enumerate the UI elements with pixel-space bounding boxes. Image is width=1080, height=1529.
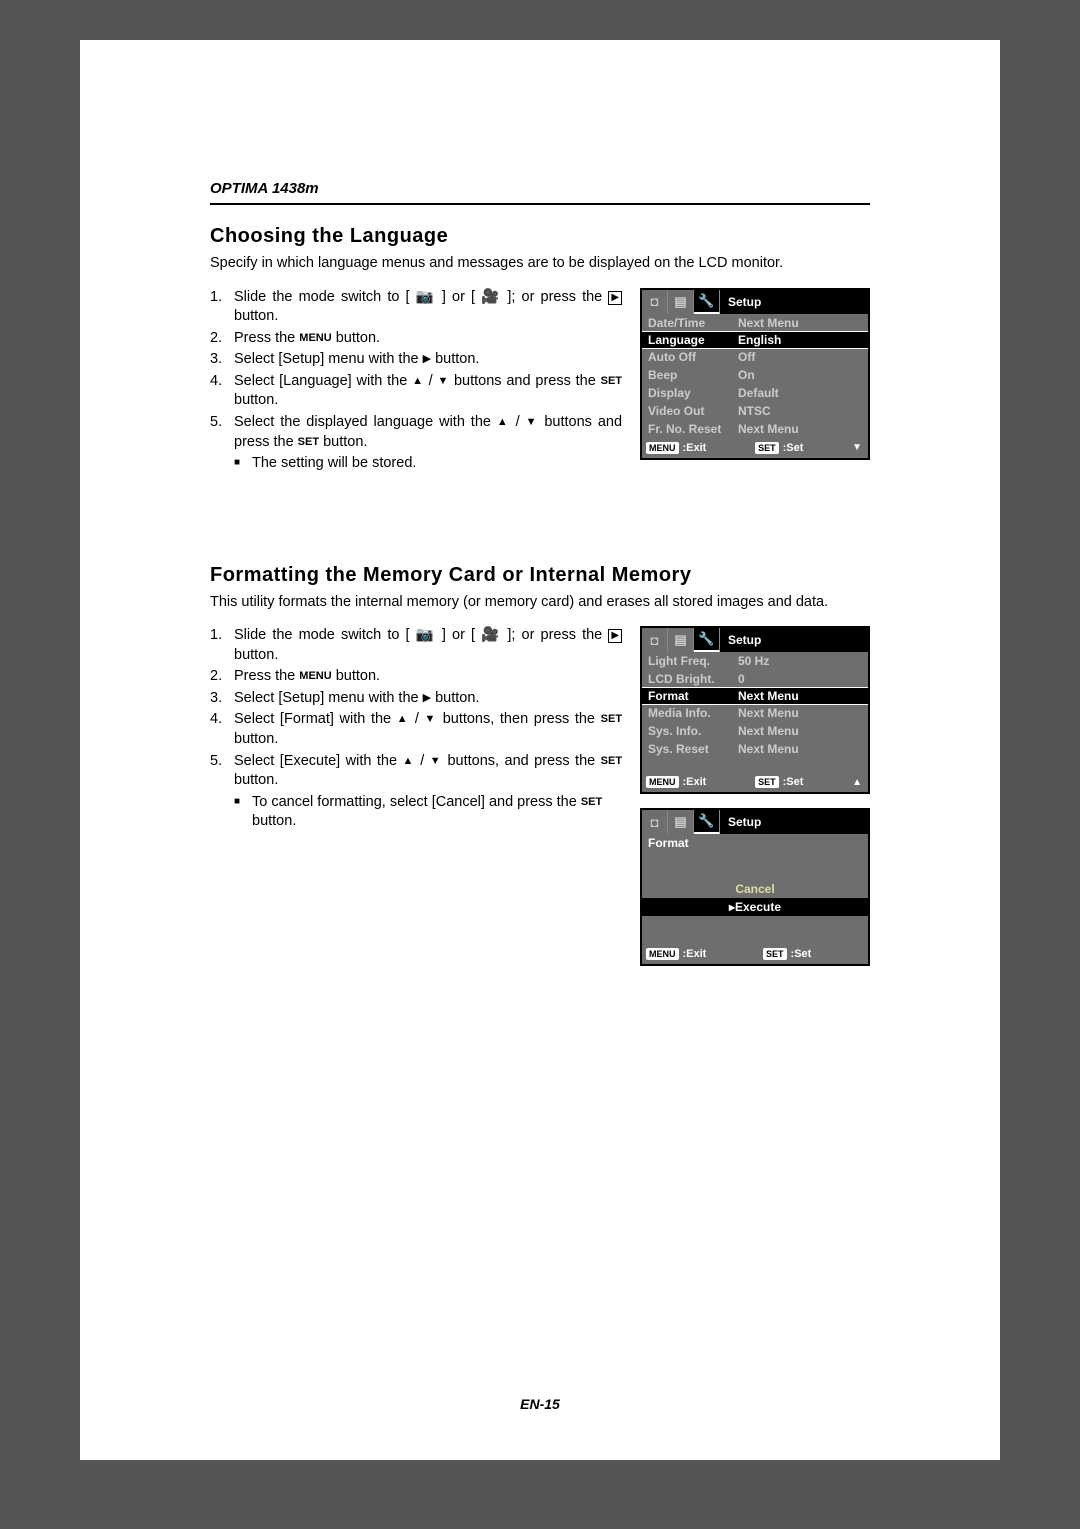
section-intro-language: Specify in which language menus and mess… [210,254,870,274]
tab-wrench-icon: 🔧 [694,290,720,314]
step-5-bullet: ■ To cancel formatting, select [Cancel] … [234,793,622,832]
camera-icon: 📷 [416,289,436,305]
lcd-screen-setup-2a: ◘ ▤ 🔧 Setup Light Freq.50 Hz LCD Bright.… [640,626,870,794]
up-triangle-icon: ▲ [412,375,424,387]
lcd-footer: MENU :Exit SET :Set [642,944,868,964]
set-button-label: SET [298,436,319,448]
lcd-footer: MENU :Exit SET :Set ▲ [642,772,868,792]
section-intro-format: This utility formats the internal memory… [210,593,870,613]
lcd-title: Setup [720,628,868,652]
lcd-footer: MENU :Exit SET :Set ▼ [642,438,868,458]
lcd-row: Light Freq.50 Hz [642,652,868,670]
up-triangle-icon: ▲ [402,755,414,767]
set-button-label: SET [581,796,602,808]
lcd-row: Sys. ResetNext Menu [642,740,868,758]
square-bullet-icon: ■ [234,454,252,474]
section-title-language: Choosing the Language [210,225,870,248]
lcd-title: Setup [720,810,868,834]
lcd-row: BeepOn [642,366,868,384]
video-icon: 🎥 [481,289,501,305]
set-button-label: SET [601,375,622,387]
steps-language: 1. Slide the mode switch to [ 📷 ] or [ 🎥… [210,288,622,474]
scroll-down-icon: ▼ [852,442,864,453]
step-4: 4. Select [Language] with the ▲ / ▼ butt… [210,372,622,411]
tab-list-icon: ▤ [668,290,694,314]
lcd-panel-language: ◘ ▤ 🔧 Setup Date/TimeNext Menu LanguageE… [640,288,870,474]
lcd-row: Media Info.Next Menu [642,704,868,722]
page-header-model: OPTIMA 1438m [210,180,870,197]
lcd-screen-setup-1: ◘ ▤ 🔧 Setup Date/TimeNext Menu LanguageE… [640,288,870,460]
section-body-language: 1. Slide the mode switch to [ 📷 ] or [ 🎥… [210,288,870,474]
lcd-heading: Format [642,834,868,852]
step-1: 1. Slide the mode switch to [ 📷 ] or [ 🎥… [210,626,622,665]
lcd-row: Fr. No. ResetNext Menu [642,420,868,438]
menu-chip: MENU [646,776,679,788]
tab-wrench-icon: 🔧 [694,628,720,652]
lcd-row-highlight: FormatNext Menu [642,687,868,705]
set-button-label: SET [601,755,622,767]
lcd-row: Sys. Info.Next Menu [642,722,868,740]
camera-icon: 📷 [416,627,436,643]
tab-list-icon: ▤ [668,628,694,652]
header-rule [210,203,870,205]
set-chip: SET [755,776,779,788]
lcd-screen-setup-2b: ◘ ▤ 🔧 Setup Format Cancel ▸Execute [640,808,870,966]
set-chip: SET [763,948,787,960]
lcd-row: DisplayDefault [642,384,868,402]
tab-camera-icon: ◘ [642,290,668,314]
scroll-up-icon: ▲ [852,777,864,788]
lcd-option-cancel: Cancel [642,880,868,898]
lcd-panel-format: ◘ ▤ 🔧 Setup Light Freq.50 Hz LCD Bright.… [640,626,870,980]
set-button-label: SET [601,713,622,725]
page-number: EN-15 [80,1396,1000,1412]
lcd-row: LCD Bright.0 [642,670,868,688]
tab-list-icon: ▤ [668,810,694,834]
steps-format: 1. Slide the mode switch to [ 📷 ] or [ 🎥… [210,626,622,980]
section-title-format: Formatting the Memory Card or Internal M… [210,564,870,587]
menu-chip: MENU [646,948,679,960]
step-5: 5. Select the displayed language with th… [210,413,622,452]
up-triangle-icon: ▲ [497,416,510,428]
step-5-bullet: ■ The setting will be stored. [234,454,622,474]
play-icon: ▶ [608,629,622,643]
manual-page: OPTIMA 1438m Choosing the Language Speci… [80,40,1000,1460]
lcd-row: Auto OffOff [642,348,868,366]
step-1: 1. Slide the mode switch to [ 📷 ] or [ 🎥… [210,288,622,327]
step-4: 4. Select [Format] with the ▲ / ▼ button… [210,710,622,749]
menu-button-label: MENU [299,670,331,682]
menu-button-label: MENU [299,332,331,344]
menu-chip: MENU [646,442,679,454]
tab-wrench-icon: 🔧 [694,810,720,834]
lcd-title: Setup [720,290,868,314]
lcd-row-highlight: LanguageEnglish [642,331,868,349]
set-chip: SET [755,442,779,454]
down-triangle-icon: ▼ [430,755,442,767]
section-body-format: 1. Slide the mode switch to [ 📷 ] or [ 🎥… [210,626,870,980]
step-3: 3. Select [Setup] menu with the ▶ button… [210,350,622,370]
down-triangle-icon: ▼ [425,713,438,725]
lcd-row: Date/TimeNext Menu [642,314,868,332]
right-triangle-icon: ▶ [423,353,431,365]
down-triangle-icon: ▼ [526,416,539,428]
lcd-row: Video OutNTSC [642,402,868,420]
down-triangle-icon: ▼ [437,375,449,387]
tab-camera-icon: ◘ [642,628,668,652]
up-triangle-icon: ▲ [397,713,410,725]
step-2: 2. Press the MENU button. [210,329,622,349]
step-5: 5. Select [Execute] with the ▲ / ▼ butto… [210,752,622,791]
tab-camera-icon: ◘ [642,810,668,834]
right-triangle-icon: ▶ [423,692,431,704]
step-2: 2. Press the MENU button. [210,667,622,687]
step-3: 3. Select [Setup] menu with the ▶ button… [210,689,622,709]
lcd-option-execute: ▸Execute [642,898,868,916]
play-icon: ▶ [608,291,622,305]
square-bullet-icon: ■ [234,793,252,832]
video-icon: 🎥 [481,627,501,643]
